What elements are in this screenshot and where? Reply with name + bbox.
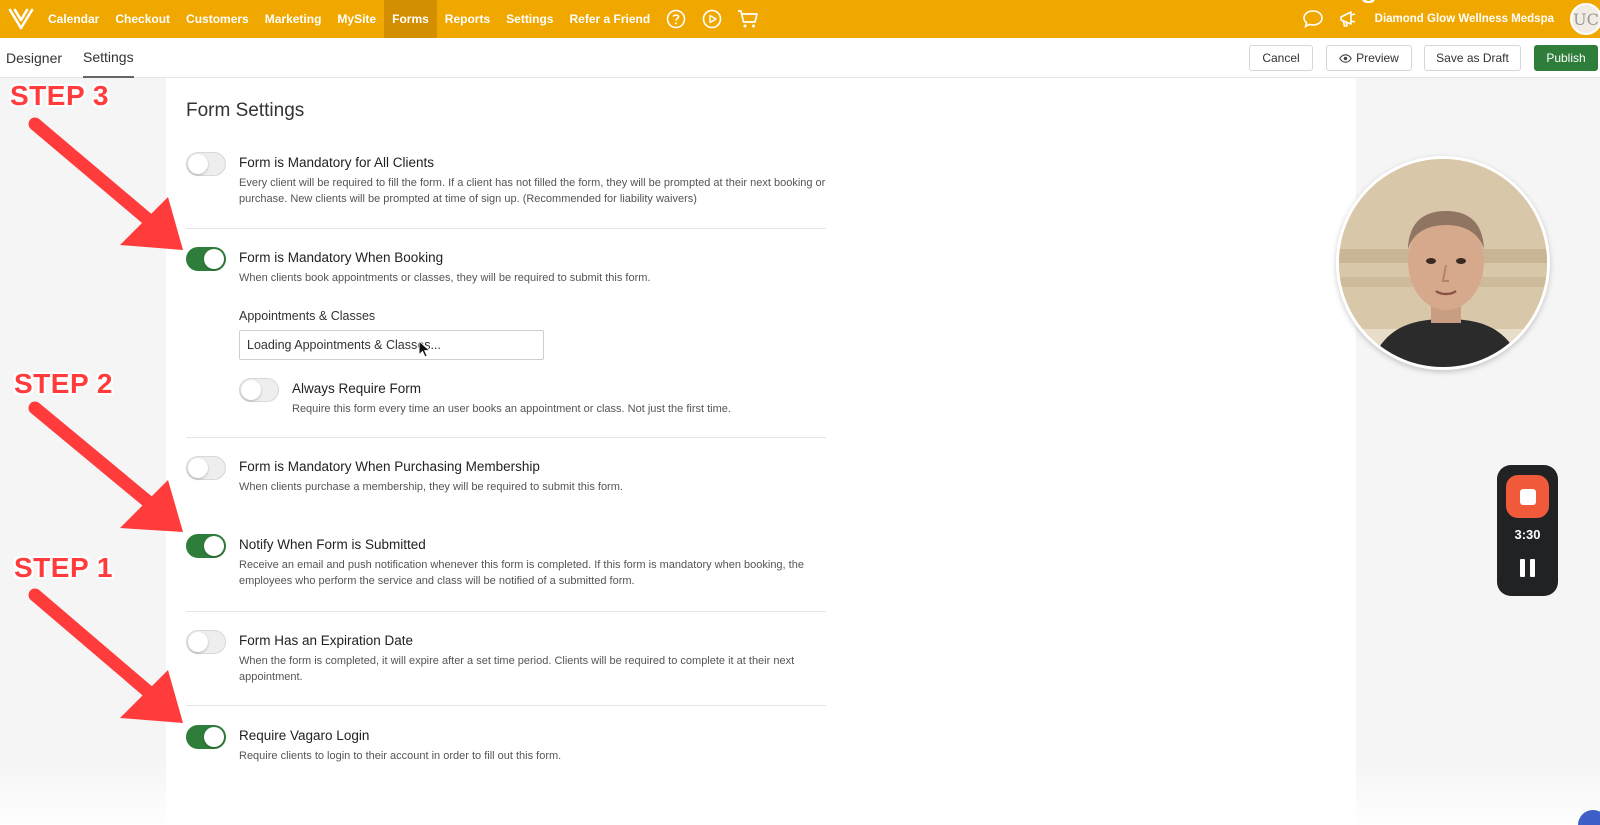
step-1-label: STEP 1 bbox=[14, 552, 113, 583]
step-2-arrow-icon bbox=[28, 401, 183, 532]
stop-recording-button[interactable] bbox=[1506, 475, 1549, 518]
pause-icon[interactable] bbox=[1520, 559, 1536, 577]
bottom-fade bbox=[0, 760, 1600, 825]
screen-recorder-widget: 3:30 bbox=[1497, 465, 1558, 596]
stop-icon bbox=[1519, 488, 1536, 505]
presenter-video-image bbox=[1339, 159, 1547, 367]
step-3-arrow-icon bbox=[28, 117, 183, 250]
webcam-overlay bbox=[1336, 156, 1550, 370]
recording-timer: 3:30 bbox=[1514, 527, 1541, 542]
step-arrows bbox=[28, 117, 183, 723]
step-1-arrow-icon bbox=[28, 588, 183, 723]
step-2-label: STEP 2 bbox=[14, 368, 113, 399]
